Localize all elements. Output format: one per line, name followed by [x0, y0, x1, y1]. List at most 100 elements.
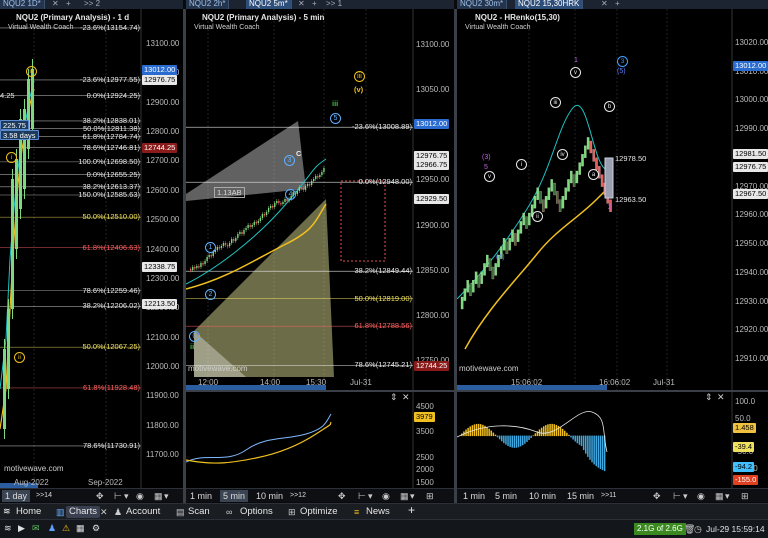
close-icon[interactable]: ✕ [298, 0, 305, 9]
tab-nqu2-1d[interactable]: NQU2 1D* [0, 0, 45, 9]
cursor-icon[interactable]: ✥ [338, 490, 346, 502]
box-high-label: 12978.50 [615, 154, 647, 163]
eye-icon[interactable]: ◉ [136, 490, 144, 502]
nav-charts[interactable]: Charts [66, 506, 100, 518]
cursor-icon[interactable]: ✥ [96, 490, 104, 502]
more-intervals-button[interactable]: >>11 [601, 490, 616, 502]
nav-account[interactable]: Account [126, 506, 160, 518]
tab-nqu2-30m[interactable]: NQU2 30m* [457, 0, 508, 9]
fib-label: 61.8%(12788.56) [354, 321, 412, 331]
bar-type-icon[interactable]: ⊢ [673, 490, 681, 502]
play-icon[interactable]: ▶ [18, 522, 25, 534]
interval-10min-button[interactable]: 10 min [256, 490, 283, 502]
more-tabs-button[interactable]: >> 2 [84, 0, 100, 9]
tab-nqu2-5m[interactable]: NQU2 5m* [246, 0, 292, 9]
wifi-icon[interactable]: ≋ [3, 505, 11, 517]
nav-optimize[interactable]: Optimize [300, 506, 337, 518]
layout-icon[interactable]: ▦ [715, 490, 724, 502]
maximize-icon[interactable]: ⇕ [705, 392, 713, 403]
nav-options[interactable]: Options [240, 506, 273, 518]
tabbar-right: NQU2 30m* NQU2 15,30HRK ✕ + [457, 0, 768, 9]
interval-1day-button[interactable]: 1 day [2, 490, 31, 502]
add-tab-button[interactable]: + [66, 0, 71, 9]
account-icon[interactable]: ♟ [114, 506, 122, 518]
more-intervals-button[interactable]: >>14 [36, 490, 52, 502]
renko-brick [514, 233, 517, 246]
scan-icon[interactable]: ▤ [176, 506, 185, 518]
price-axis-label: 12900.00 [146, 97, 180, 107]
nav-home[interactable]: Home [16, 506, 41, 518]
price-axis-label: 12300.00 [146, 273, 180, 283]
chevron-down-icon[interactable]: ▾ [124, 490, 129, 502]
candle [306, 184, 309, 186]
alert-icon[interactable]: ⚠ [62, 522, 70, 534]
wave-label: 1 [574, 57, 578, 64]
oscillator-signal-line [186, 421, 332, 464]
candle [208, 255, 210, 257]
add-workspace-button[interactable]: + [408, 504, 415, 516]
cursor-icon[interactable]: ✥ [653, 490, 661, 502]
add-tab-button[interactable]: + [312, 0, 317, 9]
tab-nqu2-hrenko[interactable]: NQU2 15,30HRK [515, 0, 584, 9]
layout-icon[interactable]: ▦ [400, 490, 409, 502]
oscillator-axis-label: 1500 [416, 478, 434, 487]
oscillator-panel-renko[interactable]: 100.050.0-50.0-100.0 1.458-39.4-94.2-155… [457, 392, 768, 488]
nav-scan[interactable]: Scan [188, 506, 210, 518]
charts-icon[interactable]: ▥ [56, 506, 65, 518]
renko-brick [581, 154, 584, 167]
add-tab-button[interactable]: + [615, 0, 620, 9]
chart-renko-canvas[interactable] [457, 9, 768, 390]
chart-panel-renko[interactable]: NQU2 - HRenko(15,30) Virtual Wealth Coac… [457, 9, 768, 390]
price-tag: 12981.50 [733, 148, 768, 159]
chevron-down-icon[interactable]: ▾ [368, 490, 373, 502]
chat-icon[interactable]: ✉ [32, 522, 40, 534]
link-icon[interactable]: ⊞ [426, 490, 434, 502]
close-icon[interactable]: ✕ [52, 0, 59, 9]
nav-news[interactable]: News [366, 506, 390, 518]
candle [216, 247, 219, 250]
oscillator-canvas[interactable] [186, 392, 454, 488]
chevron-down-icon[interactable]: ▾ [725, 490, 730, 502]
close-icon[interactable]: ✕ [717, 392, 725, 403]
chevron-down-icon[interactable]: ▾ [410, 490, 415, 502]
link-icon[interactable]: ⊞ [741, 490, 749, 502]
close-icon[interactable]: ✕ [402, 392, 410, 403]
candle [247, 225, 249, 228]
interval-15min-button[interactable]: 15 min [567, 490, 594, 502]
oscillator-panel-5min[interactable]: 450040003500250020001500 3979 ⇕ ✕ [186, 392, 454, 488]
eye-icon[interactable]: ◉ [697, 490, 705, 502]
memory-indicator[interactable]: 2.1G of 2.6G [634, 523, 686, 535]
close-icon[interactable]: ✕ [100, 506, 108, 518]
chart-panel-daily[interactable]: NQU2 (Primary Analysis) - 1 d Virtual We… [0, 9, 183, 488]
more-tabs-button[interactable]: >> 1 [326, 0, 342, 9]
candle [237, 234, 239, 238]
eye-icon[interactable]: ◉ [382, 490, 390, 502]
layout-icon[interactable]: ▦ [154, 490, 163, 502]
chevron-down-icon[interactable]: ▾ [164, 490, 169, 502]
interval-5min-button[interactable]: 5 min [495, 490, 517, 502]
news-icon[interactable]: ≡ [354, 506, 359, 518]
oscillator-canvas[interactable] [457, 392, 768, 488]
calendar-icon[interactable]: ▦ [76, 522, 85, 534]
bar-type-icon[interactable]: ⊢ [114, 490, 122, 502]
more-intervals-button[interactable]: >>12 [290, 490, 306, 502]
candle [257, 221, 260, 223]
maximize-icon[interactable]: ⇕ [390, 392, 398, 403]
price-axis-label: 12940.00 [735, 267, 768, 277]
wave-label: iii [550, 97, 561, 108]
chevron-down-icon[interactable]: ▾ [683, 490, 688, 502]
gear-icon[interactable]: ⚙ [92, 522, 100, 534]
interval-1min-button[interactable]: 1 min [190, 490, 212, 502]
price-axis-label: 12850.00 [416, 265, 450, 275]
interval-10min-button[interactable]: 10 min [529, 490, 556, 502]
chart-panel-5min[interactable]: NQU2 (Primary Analysis) - 5 min Virtual … [186, 9, 454, 390]
close-icon[interactable]: ✕ [601, 0, 608, 9]
interval-1min-button[interactable]: 1 min [463, 490, 485, 502]
user-icon[interactable]: ♟ [48, 522, 56, 534]
optimize-icon[interactable]: ⊞ [288, 506, 296, 518]
interval-5min-button[interactable]: 5 min [220, 490, 249, 502]
candle [192, 267, 194, 270]
bar-type-icon[interactable]: ⊢ [358, 490, 366, 502]
tab-nqu2-2h[interactable]: NQU2 2h* [186, 0, 230, 9]
options-icon[interactable]: ∞ [226, 506, 232, 518]
